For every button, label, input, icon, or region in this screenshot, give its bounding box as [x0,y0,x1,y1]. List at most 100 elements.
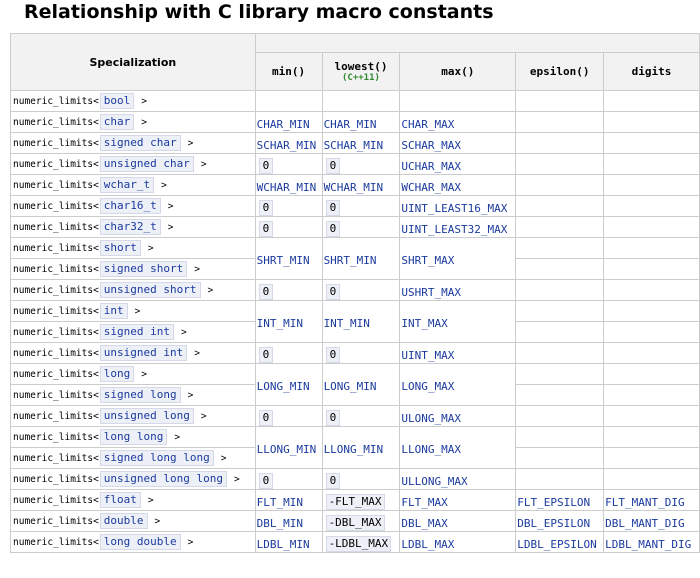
macro-link[interactable]: SCHAR_MAX [401,139,461,152]
numeric-limits-prefix[interactable]: numeric_limits< [13,411,99,422]
numeric-limits-prefix[interactable]: numeric_limits< [13,201,99,212]
numeric-limits-prefix[interactable]: numeric_limits< [13,327,99,338]
cell-epsilon [515,111,605,133]
macro-link[interactable]: SCHAR_MIN [324,139,384,152]
cell-digits [603,405,700,427]
macro-link[interactable]: INT_MAX [401,317,447,330]
numeric-limits-prefix[interactable]: numeric_limits< [13,180,99,191]
macro-link[interactable]: INT_MIN [257,317,303,330]
numeric-limits-prefix[interactable]: numeric_limits< [13,222,99,233]
macro-link[interactable]: INT_MIN [324,317,370,330]
macro-link[interactable]: SHRT_MAX [401,254,454,267]
numeric-limits-prefix[interactable]: numeric_limits< [13,390,99,401]
macro-link[interactable]: LLONG_MIN [257,443,317,456]
type-keyword-link[interactable]: signed char [99,135,181,151]
type-keyword-link[interactable]: wchar_t [99,177,155,193]
numeric-limits-prefix[interactable]: numeric_limits< [13,432,99,443]
numeric-limits-prefix[interactable]: numeric_limits< [13,285,99,296]
macro-link[interactable]: WCHAR_MAX [401,181,461,194]
template-close: > [174,432,181,443]
cell-digits [603,153,700,175]
numeric-limits-prefix[interactable]: numeric_limits< [13,369,99,380]
numeric-limits-prefix[interactable]: numeric_limits< [13,348,99,359]
macro-link[interactable]: LDBL_MIN [257,538,310,551]
type-keyword-link[interactable]: int [99,303,128,319]
numeric-limits-prefix[interactable]: numeric_limits< [13,495,99,506]
macro-link[interactable]: UINT_LEAST16_MAX [401,202,507,215]
macro-link[interactable]: LLONG_MIN [324,443,384,456]
since-cpp11-badge[interactable]: (C++11) [324,73,399,83]
type-keyword-link[interactable]: unsigned long [99,408,194,424]
numeric-limits-prefix[interactable]: numeric_limits< [13,117,99,128]
macro-link[interactable]: UCHAR_MAX [401,160,461,173]
macro-link[interactable]: ULLONG_MAX [401,475,467,488]
cell-epsilon [515,90,605,112]
type-keyword-link[interactable]: double [99,513,148,529]
type-keyword-link[interactable]: long long [99,429,168,445]
numeric-limits-prefix[interactable]: numeric_limits< [13,264,99,275]
macro-link[interactable]: DBL_EPSILON [517,517,590,530]
type-keyword-link[interactable]: signed short [99,261,188,277]
macro-link[interactable]: SCHAR_MIN [257,139,317,152]
numeric-limits-prefix[interactable]: numeric_limits< [13,516,99,527]
numeric-limits-prefix[interactable]: numeric_limits< [13,138,99,149]
header-specialization: Specialization [10,33,256,91]
numeric-limits-prefix[interactable]: numeric_limits< [13,306,99,317]
macro-link[interactable]: LLONG_MAX [401,443,461,456]
type-keyword-link[interactable]: char [99,114,135,130]
type-keyword-link[interactable]: short [99,240,141,256]
type-keyword-link[interactable]: signed int [99,324,175,340]
type-keyword-link[interactable]: char16_t [99,198,161,214]
zero-literal: 0 [258,158,274,174]
macro-link[interactable]: LONG_MIN [324,380,377,393]
macro-link[interactable]: LDBL_MAX [401,538,454,551]
type-keyword-link[interactable]: unsigned long long [99,471,228,487]
macro-link[interactable]: FLT_MIN [257,496,303,509]
type-keyword-link[interactable]: signed long long [99,450,214,466]
macro-link[interactable]: FLT_MANT_DIG [605,496,684,509]
macro-link[interactable]: UINT_MAX [401,349,454,362]
macro-link[interactable]: CHAR_MAX [401,118,454,131]
type-keyword-link[interactable]: unsigned short [99,282,201,298]
macro-link[interactable]: CHAR_MIN [257,118,310,131]
macro-link[interactable]: WCHAR_MIN [257,181,317,194]
table-row: numeric_limits< int > INT_MIN INT_MIN INT_MAX [10,300,700,343]
type-keyword-link[interactable]: long [99,366,135,382]
macro-link[interactable]: LONG_MIN [257,380,310,393]
type-keyword-link[interactable]: bool [99,93,135,109]
macro-link[interactable]: LDBL_EPSILON [517,538,596,551]
macro-link[interactable]: UINT_LEAST32_MAX [401,223,507,236]
numeric-limits-prefix[interactable]: numeric_limits< [13,453,99,464]
macro-link[interactable]: DBL_MANT_DIG [605,517,684,530]
type-keyword-link[interactable]: long double [99,534,181,550]
numeric-limits-prefix[interactable]: numeric_limits< [13,96,99,107]
macro-link[interactable]: FLT_EPSILON [517,496,590,509]
macro-link[interactable]: DBL_MIN [257,517,303,530]
cell-lowest: -DBL_MAX [321,510,401,532]
type-keyword-link[interactable]: float [99,492,141,508]
macro-link[interactable]: SHRT_MIN [324,254,377,267]
template-close: > [200,411,207,422]
specialization-cell: numeric_limits< double > [10,510,256,532]
macro-link[interactable]: USHRT_MAX [401,286,461,299]
macro-link[interactable]: CHAR_MIN [324,118,377,131]
numeric-limits-prefix[interactable]: numeric_limits< [13,159,99,170]
macro-link[interactable]: LONG_MAX [401,380,454,393]
cell-lowest: SCHAR_MIN [321,132,401,154]
cell-digits [603,258,700,280]
specialization-cell: numeric_limits< long double > [10,531,256,553]
type-keyword-link[interactable]: unsigned int [99,345,188,361]
macro-link[interactable]: SHRT_MIN [257,254,310,267]
macro-link[interactable]: DBL_MAX [401,517,447,530]
zero-literal: 0 [258,284,274,300]
macro-link[interactable]: LDBL_MANT_DIG [605,538,691,551]
macro-link[interactable]: ULONG_MAX [401,412,461,425]
macro-link[interactable]: FLT_MAX [401,496,447,509]
type-keyword-link[interactable]: char32_t [99,219,161,235]
type-keyword-link[interactable]: signed long [99,387,181,403]
numeric-limits-prefix[interactable]: numeric_limits< [13,243,99,254]
macro-link[interactable]: WCHAR_MIN [324,181,384,194]
numeric-limits-prefix[interactable]: numeric_limits< [13,537,99,548]
numeric-limits-prefix[interactable]: numeric_limits< [13,474,99,485]
type-keyword-link[interactable]: unsigned char [99,156,194,172]
